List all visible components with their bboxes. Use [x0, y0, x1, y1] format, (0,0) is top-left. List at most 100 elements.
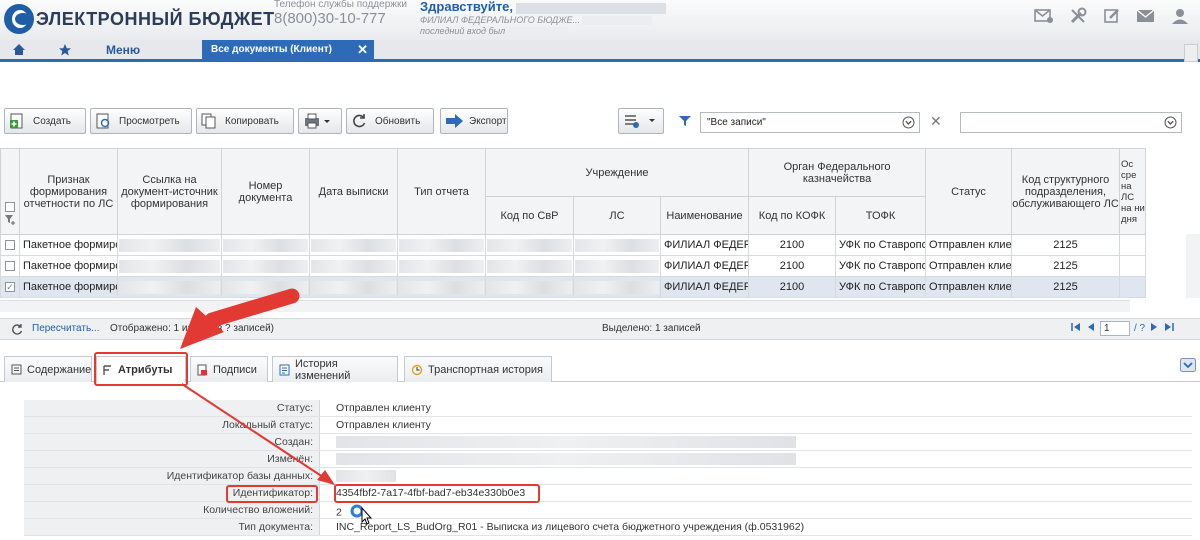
highlight-identifier-value [334, 484, 540, 503]
records-filter-value: "Все записи" [707, 117, 766, 128]
home-button[interactable] [12, 40, 26, 59]
header: ЭЛЕКТРОННЫЙ БЮДЖЕТ Телефон службы поддер… [0, 0, 1200, 40]
attr-doc-type-value: INC_Report_LS_BudOrg_R01 - Выписка из ли… [336, 521, 805, 533]
user-profile-icon[interactable] [1168, 4, 1192, 28]
navigation-bar: Меню Все документы (Клиент) ✕ [0, 40, 1200, 62]
recalc-icon[interactable] [10, 323, 24, 338]
select-all-checkbox[interactable] [5, 202, 15, 213]
records-filter-select[interactable]: "Все записи" [700, 112, 920, 133]
col-struct-code-header[interactable]: Код структурного подразделения, обслужив… [1011, 148, 1121, 235]
support-info: Телефон службы поддержки 8(800)30-10-777 [274, 0, 407, 27]
prev-page-icon[interactable] [1086, 321, 1096, 336]
cell-redacted [119, 238, 220, 252]
create-button-label: Создать [33, 115, 72, 127]
chevron-down-icon [902, 116, 915, 132]
vertical-scrollbar[interactable] [1186, 234, 1200, 298]
tab-content[interactable]: Содержание [4, 356, 92, 382]
attr-local-status-value: Отправлен клиенту [336, 419, 431, 431]
first-page-icon[interactable] [1070, 321, 1082, 336]
row-checkbox-checked[interactable]: ✓ [5, 282, 15, 293]
row-checkbox[interactable] [5, 261, 15, 272]
print-button[interactable] [298, 108, 342, 134]
highlight-identifier-label [226, 485, 318, 503]
cell-sign: Пакетное формиро [19, 276, 118, 298]
pager: 1 / ? [1070, 321, 1175, 336]
col-ls-header[interactable]: ЛС [573, 196, 661, 235]
copy-button[interactable]: Копировать [196, 108, 294, 134]
tab-transport-history[interactable]: Транспортная история [404, 356, 552, 382]
col-date-header[interactable]: Дата выписки [309, 148, 398, 235]
col-link-header[interactable]: Ссылка на документ-источник формирования [117, 148, 222, 235]
col-kofk-header[interactable]: Код по КОФК [748, 196, 837, 235]
cell-redacted [119, 259, 220, 273]
logo: ЭЛЕКТРОННЫЙ БЮДЖЕТ [4, 2, 275, 36]
clear-filter-icon[interactable]: ✕ [930, 113, 942, 130]
attributes-panel: Статус: Отправлен клиенту Локальный стат… [24, 400, 1192, 536]
cell-tofk: УФК по Ставропо [835, 234, 927, 256]
cell-sign: Пакетное формиро [19, 234, 118, 256]
org-name: ФИЛИАЛ ФЕДЕРАЛЬНОГО БЮДЖЕ... [420, 15, 580, 25]
edit-icon[interactable] [1100, 4, 1124, 28]
table-row-selected[interactable]: ✓ Пакетное формиро ФИЛИАЛ ФЕДЕР 2100 УФК… [0, 276, 1147, 298]
top-scrollbar[interactable] [1184, 44, 1198, 62]
recalc-link[interactable]: Пересчитать... [32, 323, 100, 334]
attr-local-status-label: Локальный статус: [24, 417, 320, 433]
next-page-icon[interactable] [1149, 321, 1159, 336]
view-button[interactable]: Просмотреть [90, 108, 192, 134]
messages-icon[interactable] [1134, 4, 1158, 28]
cell-kofk: 2100 [748, 234, 837, 256]
col-status-header[interactable]: Статус [925, 148, 1013, 235]
refresh-button[interactable]: Обновить [346, 108, 434, 134]
cell-struct: 2125 [1011, 276, 1121, 298]
col-doc-number-header[interactable]: Номер документа [221, 148, 310, 235]
tab-all-documents[interactable]: Все документы (Клиент) ✕ [202, 40, 374, 59]
header-icons [1032, 4, 1192, 28]
tools-icon[interactable] [1066, 4, 1090, 28]
last-page-icon[interactable] [1163, 321, 1175, 336]
col-report-type-header[interactable]: Тип отчета [397, 148, 486, 235]
cell-redacted [223, 259, 308, 273]
cell-redacted [575, 280, 659, 294]
select-all-header[interactable] [0, 148, 20, 235]
attr-row-local-status: Локальный статус: Отправлен клиенту [24, 417, 1192, 434]
table-row[interactable]: Пакетное формиро ФИЛИАЛ ФЕДЕР 2100 УФК п… [0, 234, 1147, 256]
col-svr-code-header[interactable]: Код по СвР [485, 196, 574, 235]
cell-tofk: УФК по Ставропо [835, 255, 927, 277]
logo-text: ЭЛЕКТРОННЫЙ БЮДЖЕТ [36, 8, 275, 29]
highlight-attributes-tab [94, 352, 188, 386]
col-sign-header[interactable]: Признак формирования отчетности по ЛС [19, 148, 118, 235]
col-name-header[interactable]: Наименование [659, 196, 750, 235]
page-number-input[interactable]: 1 [1100, 321, 1130, 336]
close-tab-icon[interactable]: ✕ [357, 42, 368, 58]
mail-settings-icon[interactable] [1032, 4, 1056, 28]
page-total: / ? [1134, 323, 1146, 334]
column-settings-button[interactable] [618, 108, 664, 134]
tab-history[interactable]: История изменений [272, 356, 398, 382]
col-extra-header[interactable]: Ос сре на ЛС на ни дня [1119, 148, 1147, 235]
export-button[interactable]: Экспорт [440, 108, 508, 134]
create-button[interactable]: Создать [4, 108, 86, 134]
row-checkbox[interactable] [5, 240, 15, 251]
signature-icon [197, 364, 208, 376]
table-row[interactable]: Пакетное формиро ФИЛИАЛ ФЕДЕР 2100 УФК п… [0, 255, 1147, 277]
transport-icon [411, 364, 423, 376]
collapse-panel-icon[interactable] [1180, 358, 1196, 375]
tab-signatures[interactable]: Подписи [190, 356, 268, 382]
cell-redacted [311, 280, 396, 294]
attr-attachments-label: Количество вложений: [24, 502, 320, 518]
app-window: ЭЛЕКТРОННЫЙ БЮДЖЕТ Телефон службы поддер… [0, 0, 1200, 540]
tab-history-label: История изменений [295, 357, 351, 382]
favorites-button[interactable] [58, 40, 72, 59]
view-button-label: Просмотреть [119, 115, 180, 127]
cell-redacted [119, 280, 220, 294]
menu-button[interactable]: Меню [106, 40, 140, 59]
filter-icon[interactable] [678, 114, 692, 131]
view-doc-icon [95, 113, 111, 129]
column-filter-icon[interactable] [4, 213, 16, 225]
documents-table: Признак формирования отчетности по ЛС Сс… [0, 148, 1147, 298]
cell-redacted [575, 238, 659, 252]
horizontal-scrollbar[interactable] [0, 300, 1130, 312]
col-tofk-header[interactable]: ТОФК [835, 196, 927, 235]
attr-status-label: Статус: [24, 400, 320, 416]
search-select[interactable] [960, 112, 1182, 133]
